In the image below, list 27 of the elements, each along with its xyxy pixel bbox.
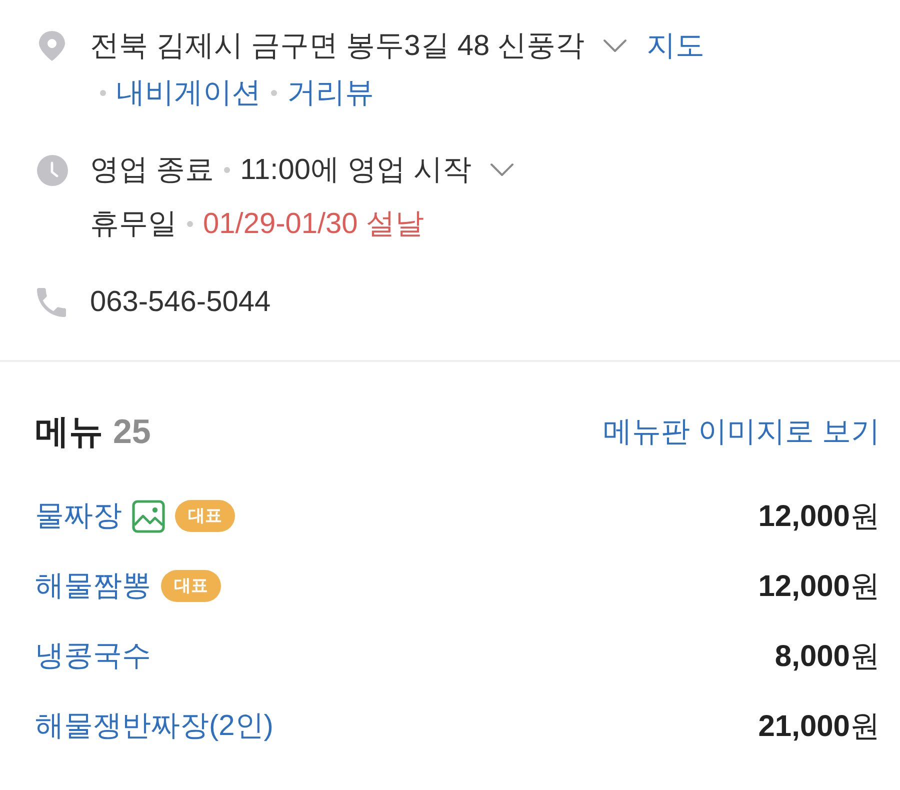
phone-number[interactable]: 063-546-5044 [90,286,271,318]
signature-badge: 대표 [161,570,221,602]
address-link[interactable]: 거리뷰 [287,72,374,112]
menu-item-price: 8,000원 [774,638,880,674]
menu-item-name[interactable]: 냉콩국수 [35,636,151,676]
location-pin-icon [37,30,67,62]
holiday-label: 휴무일 [90,207,177,242]
chevron-icon[interactable] [490,163,514,177]
address-link[interactable]: 내비게이션 [116,72,261,112]
signature-badge: 대표 [175,500,235,532]
menu-item-price: 21,000원 [758,708,880,744]
menu-item-name[interactable]: 해물쟁반짜장(2인) [35,706,274,746]
address-text: 전북 김제시 금구면 봉두3길 48 신풍각 [90,28,585,64]
opening-time-text: 11:00에 영업 시작 [240,153,472,188]
menu-item-name[interactable]: 물짜장 [35,496,122,536]
clock-icon [37,154,68,186]
holiday-dates: 01/29-01/30 설날 [203,207,424,242]
menu-item-name[interactable]: 해물짬뽕 [35,566,151,606]
address-link[interactable]: 지도 [646,26,705,66]
menu-title: 메뉴 [35,412,103,453]
menu-item-price: 12,000원 [758,498,880,534]
phone-icon [37,288,66,316]
menu-count: 25 [113,413,151,452]
business-status-text: 영업 종료 [90,153,214,188]
menu-item-price: 12,000원 [758,568,880,604]
menu-image-link[interactable]: 메뉴판 이미지로 보기 [602,412,880,452]
chevron-icon[interactable] [602,38,627,52]
